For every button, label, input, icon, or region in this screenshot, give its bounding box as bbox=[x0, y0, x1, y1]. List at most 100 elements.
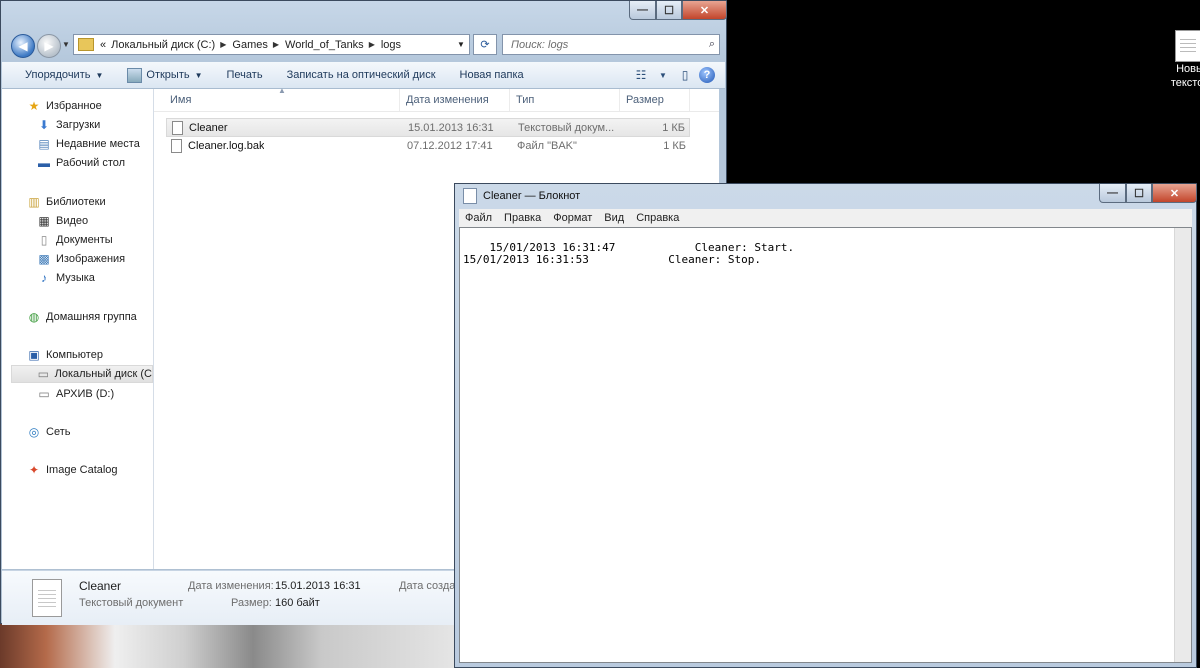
notepad-content: 15/01/2013 16:31:47 Cleaner: Start. 15/0… bbox=[463, 241, 795, 266]
breadcrumb-item[interactable]: World_of_Tanks bbox=[285, 39, 364, 51]
minimize-button[interactable]: — bbox=[1099, 184, 1126, 203]
vertical-scrollbar[interactable] bbox=[1174, 228, 1191, 662]
preview-pane-icon[interactable]: ▯ bbox=[677, 67, 693, 83]
details-size-value: 160 байт bbox=[275, 597, 320, 609]
column-header-size[interactable]: Размер bbox=[620, 89, 690, 111]
command-bar: Упорядочить ▼ Открыть ▼ Печать Записать на… bbox=[2, 62, 725, 89]
documents-icon: ▯ bbox=[40, 233, 48, 247]
nav-item-recent[interactable]: ▤ Недавние места bbox=[37, 135, 140, 153]
nav-label: АРХИВ (D:) bbox=[56, 388, 115, 400]
nav-item-music[interactable]: ♪ Музыка bbox=[37, 269, 95, 287]
new-folder-button[interactable]: Новая папка bbox=[448, 69, 536, 81]
notepad-titlebar: Cleaner — Блокнот bbox=[463, 188, 580, 204]
nav-label: Документы bbox=[56, 234, 113, 246]
nav-label: Загрузки bbox=[56, 119, 101, 131]
open-label: Открыть bbox=[146, 69, 190, 81]
maximize-button[interactable]: ☐ bbox=[656, 1, 682, 20]
burn-button[interactable]: Записать на оптический диск bbox=[275, 69, 448, 81]
nav-label: Недавние места bbox=[56, 138, 140, 150]
notepad-title: Cleaner — Блокнот bbox=[483, 190, 581, 202]
menu-edit[interactable]: Правка bbox=[498, 212, 547, 224]
forward-button[interactable]: ▶ bbox=[37, 34, 61, 58]
breadcrumb-separator-icon[interactable]: ▶ bbox=[369, 40, 375, 49]
minimize-button[interactable]: — bbox=[629, 1, 656, 20]
recent-places-icon: ▤ bbox=[38, 137, 50, 151]
menu-help[interactable]: Справка bbox=[630, 212, 685, 224]
menu-view[interactable]: Вид bbox=[598, 212, 630, 224]
breadcrumb-overflow[interactable]: « bbox=[100, 39, 106, 51]
nav-item-computer[interactable]: ▣ Компьютер bbox=[27, 346, 103, 364]
nav-item-libraries[interactable]: ▥ Библиотеки bbox=[27, 193, 105, 211]
organize-button[interactable]: Упорядочить ▼ bbox=[2, 69, 115, 81]
nav-item-video[interactable]: ▦ Видео bbox=[37, 212, 88, 230]
details-created-label: Дата созда bbox=[399, 580, 456, 592]
chevron-down-icon: ▼ bbox=[194, 70, 203, 80]
open-button[interactable]: Открыть ▼ bbox=[115, 67, 214, 83]
print-button[interactable]: Печать bbox=[215, 69, 275, 81]
nav-label: Изображения bbox=[56, 253, 126, 265]
notepad-text-area[interactable]: 15/01/2013 16:31:47 Cleaner: Start. 15/0… bbox=[459, 227, 1192, 663]
nav-item-documents[interactable]: ▯ Документы bbox=[37, 231, 113, 249]
breadcrumb-separator-icon[interactable]: ▶ bbox=[220, 40, 226, 49]
nav-item-network[interactable]: ◎ Сеть bbox=[27, 423, 71, 441]
file-date: 07.12.2012 17:41 bbox=[407, 140, 493, 152]
desktop-file-icon[interactable]: Новы текстов bbox=[1160, 30, 1200, 90]
search-icon[interactable]: ⌕ bbox=[709, 38, 715, 51]
nav-label: Компьютер bbox=[46, 349, 103, 361]
nav-item-desktop[interactable]: ▬ Рабочий стол bbox=[37, 154, 125, 172]
desktop-icon: ▬ bbox=[38, 156, 50, 170]
column-header-type[interactable]: Тип bbox=[510, 89, 620, 111]
close-button[interactable]: ✕ bbox=[1152, 184, 1197, 203]
notepad-icon bbox=[127, 67, 143, 83]
desktop-icon-label-2: текстов bbox=[1170, 77, 1200, 89]
search-placeholder: Поиск: logs bbox=[511, 38, 569, 51]
nav-item-local-disk[interactable]: ▭ Локальный диск (C bbox=[11, 365, 153, 383]
back-button[interactable]: ◀ bbox=[11, 34, 35, 58]
search-input[interactable]: Поиск: logs ⌕ bbox=[502, 34, 720, 55]
homegroup-icon: ◍ bbox=[28, 310, 40, 324]
address-bar[interactable]: « Локальный диск (C:) ▶ Games ▶ World_of… bbox=[73, 34, 470, 55]
file-size: 1 КБ bbox=[663, 140, 686, 152]
view-dropdown-icon[interactable]: ▼ bbox=[655, 67, 671, 83]
nav-label: Сеть bbox=[46, 426, 71, 438]
breadcrumb-item[interactable]: Games bbox=[232, 39, 267, 51]
breadcrumb-item[interactable]: Локальный диск (C:) bbox=[111, 39, 215, 51]
breadcrumb-item[interactable]: logs bbox=[381, 39, 401, 51]
breadcrumb-separator-icon[interactable]: ▶ bbox=[273, 40, 279, 49]
maximize-button[interactable]: ☐ bbox=[1126, 184, 1152, 203]
menu-file[interactable]: Файл bbox=[459, 212, 498, 224]
music-icon: ♪ bbox=[41, 271, 47, 285]
column-header-date[interactable]: Дата изменения bbox=[400, 89, 510, 111]
details-file-name: Cleaner bbox=[79, 579, 122, 593]
help-icon[interactable]: ? bbox=[699, 67, 715, 83]
nav-item-image-catalog[interactable]: ✦ Image Catalog bbox=[27, 461, 118, 479]
table-row[interactable]: Cleaner.log.bak 07.12.2012 17:41 Файл "B… bbox=[166, 137, 690, 156]
text-document-icon bbox=[32, 579, 62, 617]
refresh-button[interactable]: ⟳ bbox=[473, 34, 497, 55]
details-modified-label: Дата изменения: bbox=[188, 580, 274, 592]
details-modified-value: 15.01.2013 16:31 bbox=[275, 580, 361, 592]
nav-item-archive[interactable]: ▭ АРХИВ (D:) bbox=[37, 385, 114, 403]
text-document-icon bbox=[1175, 30, 1200, 62]
column-headers: Имя Дата изменения Тип Размер ▲ bbox=[154, 86, 719, 112]
close-button[interactable]: ✕ bbox=[682, 1, 727, 20]
address-dropdown-icon[interactable]: ▼ bbox=[453, 40, 469, 49]
nav-item-images[interactable]: ▩ Изображения bbox=[37, 250, 125, 268]
table-row[interactable]: Cleaner 15.01.2013 16:31 Текстовый докум… bbox=[166, 118, 690, 137]
nav-label: Рабочий стол bbox=[56, 157, 126, 169]
image-catalog-icon: ✦ bbox=[28, 463, 40, 477]
recent-pages-dropdown-icon[interactable]: ▼ bbox=[62, 40, 70, 49]
chevron-down-icon: ▼ bbox=[95, 70, 104, 80]
star-icon: ★ bbox=[28, 99, 40, 113]
file-date: 15.01.2013 16:31 bbox=[408, 122, 494, 134]
text-file-icon bbox=[172, 121, 183, 135]
nav-item-homegroup[interactable]: ◍ Домашняя группа bbox=[27, 308, 137, 326]
notepad-window: Cleaner — Блокнот — ☐ ✕ Файл Правка Форм… bbox=[454, 183, 1197, 668]
menu-format[interactable]: Формат bbox=[547, 212, 598, 224]
view-options-icon[interactable]: ☷ bbox=[633, 67, 649, 83]
refresh-icon: ⟳ bbox=[480, 39, 490, 51]
nav-item-favorites[interactable]: ★ Избранное bbox=[27, 97, 102, 115]
nav-item-downloads[interactable]: ⬇ Загрузки bbox=[37, 116, 100, 134]
file-name: Cleaner.log.bak bbox=[188, 140, 265, 152]
organize-label: Упорядочить bbox=[25, 69, 91, 81]
